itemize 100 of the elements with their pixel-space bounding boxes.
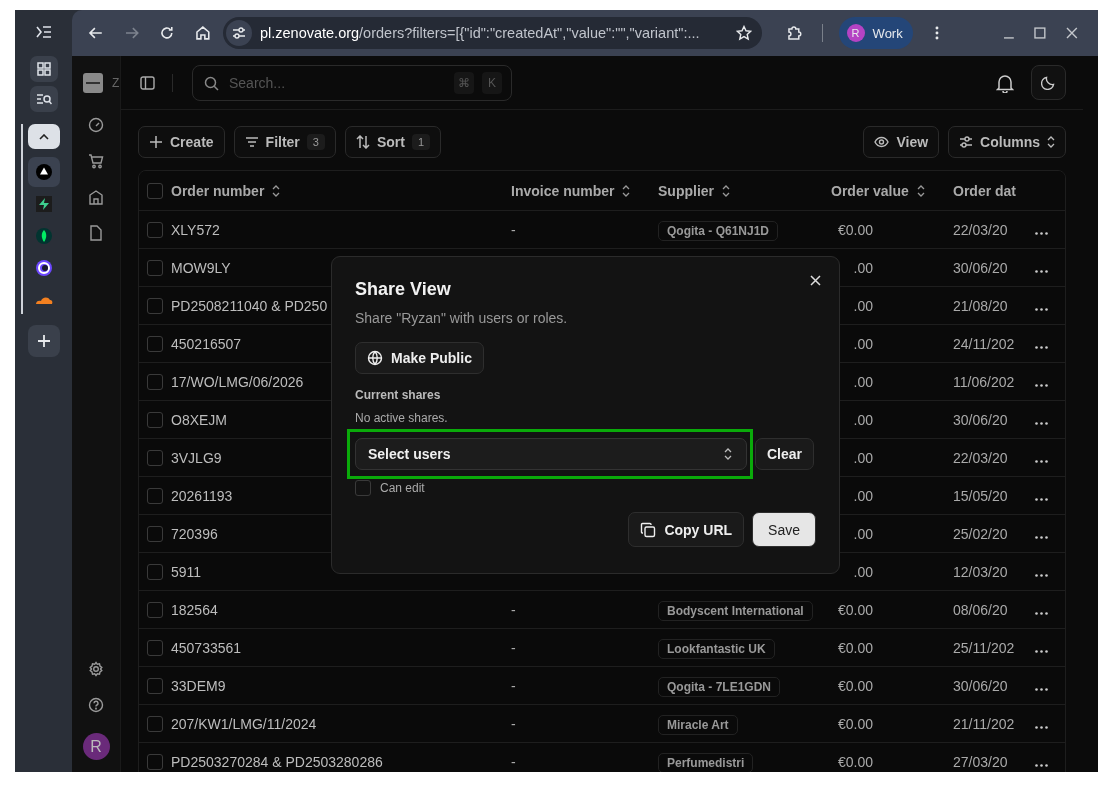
row-checkbox[interactable] [147, 715, 163, 732]
more-icon[interactable] [1035, 497, 1048, 501]
more-icon[interactable] [1035, 459, 1048, 463]
puzzle-icon[interactable] [785, 24, 804, 42]
row-checkbox[interactable] [147, 259, 163, 276]
can-edit-checkbox[interactable] [355, 480, 371, 496]
save-button[interactable]: Save [752, 512, 816, 547]
more-icon[interactable] [1035, 307, 1048, 311]
cart-icon[interactable] [88, 153, 104, 169]
more-icon[interactable] [1035, 611, 1048, 615]
table-cell: 08/06/20 [953, 601, 1008, 618]
more-icon[interactable] [934, 26, 939, 40]
table-cell-text: .00 [852, 525, 873, 542]
column-header[interactable]: Invoice number [511, 182, 615, 199]
row-checkbox[interactable] [147, 563, 163, 580]
theme-toggle-button[interactable] [1031, 65, 1066, 100]
copy-url-button[interactable]: Copy URL [628, 512, 745, 547]
help-icon[interactable] [88, 697, 104, 713]
view-button[interactable]: View [863, 126, 940, 158]
back-icon[interactable] [88, 25, 104, 41]
column-header[interactable]: Supplier [658, 182, 714, 199]
make-public-button[interactable]: Make Public [355, 342, 484, 374]
row-checkbox[interactable] [147, 297, 163, 314]
updown-chevron-icon[interactable] [722, 184, 730, 197]
home-icon[interactable] [195, 25, 211, 41]
create-button[interactable]: Create [138, 126, 225, 158]
row-checkbox[interactable] [147, 639, 163, 656]
clear-button[interactable]: Clear [755, 438, 815, 470]
reload-icon[interactable] [159, 25, 176, 41]
table-cell: 33DEM9 [171, 677, 226, 694]
apps-button[interactable] [29, 56, 58, 82]
more-icon[interactable] [1035, 573, 1048, 577]
more-icon[interactable] [1035, 649, 1048, 653]
column-header[interactable]: Order value [831, 182, 909, 199]
cloud-icon [35, 295, 53, 305]
bookmark-star-icon[interactable] [735, 25, 752, 41]
more-icon[interactable] [1035, 231, 1048, 235]
table-cell-text: €0.00 [836, 715, 873, 732]
profile-name: Work [872, 25, 903, 41]
gauge-icon[interactable] [88, 117, 104, 133]
address-bar[interactable]: pl.zenovate.org/orders?filters=[{"id":"createdAt","value":"","variant":... [222, 17, 762, 49]
file-icon[interactable] [89, 225, 103, 241]
tab-search-button[interactable] [29, 86, 58, 112]
list-search-icon [35, 92, 52, 106]
more-icon[interactable] [1035, 763, 1048, 767]
row-checkbox[interactable] [147, 335, 163, 352]
row-checkbox[interactable] [147, 449, 163, 466]
row-checkbox[interactable] [147, 487, 163, 504]
table-cell: 5911 [171, 563, 202, 580]
row-checkbox[interactable] [147, 411, 163, 428]
filter-button[interactable]: Filter 3 [233, 126, 336, 158]
more-icon[interactable] [1035, 345, 1048, 349]
profile-avatar: R [846, 24, 865, 42]
row-checkbox[interactable] [147, 601, 163, 618]
row-checkbox[interactable] [147, 525, 163, 542]
more-icon[interactable] [1035, 725, 1048, 729]
building-icon[interactable] [88, 189, 104, 205]
row-checkbox[interactable] [147, 677, 163, 694]
close-icon[interactable] [1066, 27, 1079, 39]
browser-tab[interactable] [28, 157, 60, 187]
more-icon[interactable] [1035, 535, 1048, 539]
row-checkbox[interactable] [147, 753, 163, 770]
user-select[interactable]: Select users [355, 438, 747, 470]
plus-icon [149, 135, 163, 149]
url-text: pl.zenovate.org/orders?filters=[{"id":"createdAt","value":"","variant":... [259, 25, 701, 41]
select-all-checkbox[interactable] [147, 182, 163, 199]
column-header[interactable]: Order dat [953, 182, 1016, 199]
logo-icon[interactable] [83, 73, 103, 93]
table-cell: 25/02/20 [953, 525, 1008, 542]
collapse-group-button[interactable] [28, 124, 60, 149]
more-icon[interactable] [1035, 421, 1048, 425]
table-cell: 450733561 [171, 639, 242, 656]
sidebar-toggle-icon[interactable] [140, 75, 155, 90]
column-header[interactable]: Order number [171, 182, 265, 199]
leaf-icon [36, 228, 52, 244]
moon-icon [1041, 75, 1056, 90]
updown-chevron-icon[interactable] [272, 184, 281, 197]
site-info-button[interactable] [225, 20, 252, 46]
row-checkbox[interactable] [147, 221, 163, 238]
updown-chevron-icon [724, 448, 732, 460]
row-checkbox[interactable] [147, 373, 163, 390]
updown-chevron-icon[interactable] [622, 184, 631, 197]
profile-button[interactable]: R Work [838, 17, 913, 49]
new-tab-button[interactable] [27, 325, 60, 357]
app-name: Z [112, 76, 120, 90]
more-icon[interactable] [1035, 269, 1048, 273]
settings-icon[interactable] [88, 661, 104, 677]
user-avatar[interactable]: R [82, 733, 110, 760]
columns-button[interactable]: Columns [948, 126, 1066, 158]
more-icon[interactable] [1035, 383, 1048, 387]
updown-chevron-icon[interactable] [916, 184, 925, 197]
more-icon[interactable] [1035, 687, 1048, 691]
maximize-icon[interactable] [1034, 27, 1047, 39]
table-cell: PD2508211040 & PD250 [171, 297, 328, 314]
bell-icon[interactable] [996, 72, 1014, 93]
sort-button[interactable]: Sort 1 [344, 126, 442, 158]
grid-icon [36, 62, 51, 76]
table-cell-text: €0.00 [836, 639, 873, 656]
count-badge: 3 [306, 134, 325, 150]
close-icon[interactable] [810, 275, 821, 286]
